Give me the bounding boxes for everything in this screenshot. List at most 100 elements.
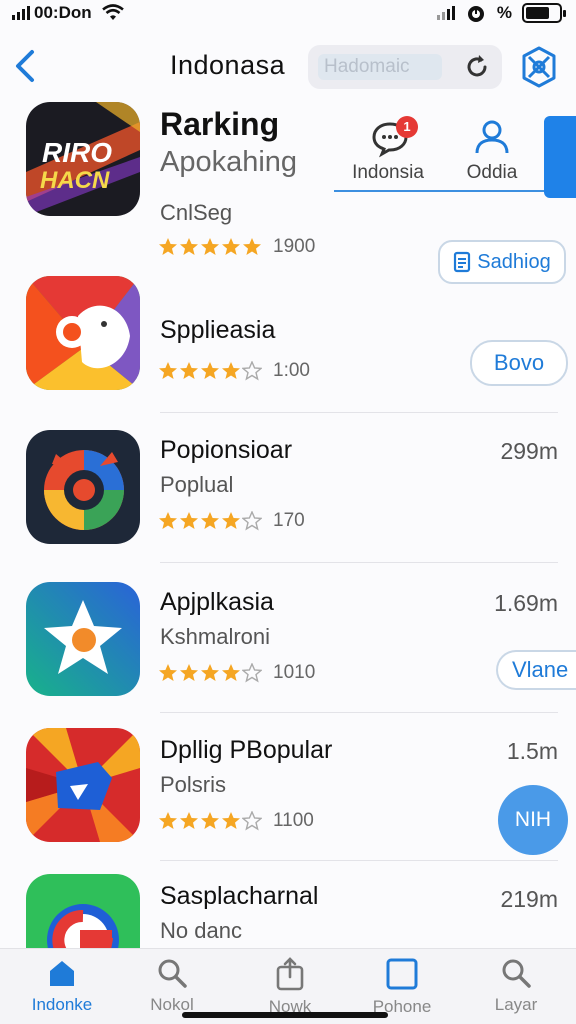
action-button[interactable]: Bovo [470, 340, 568, 386]
star-empty-icon [242, 663, 262, 683]
action-button[interactable]: Vlane [496, 650, 576, 690]
tab-bar-item-home[interactable]: Indonke [14, 957, 110, 1021]
tab-indonsia[interactable]: 1 Indonsia [338, 108, 438, 192]
battery-percent: % [496, 3, 512, 22]
star-filled-icon [222, 238, 240, 255]
status-time: 00:Don [34, 3, 92, 22]
star-empty-icon [242, 511, 262, 531]
app-icon [26, 276, 140, 390]
star-filled-icon [159, 238, 177, 255]
app-name: Dpllig PBopular [160, 736, 333, 764]
tab-bar-item-layar[interactable]: Layar [468, 957, 564, 1021]
divider [160, 712, 558, 713]
status-left: 00:Don [12, 3, 124, 23]
star-rating: 170 [158, 510, 305, 532]
star-filled-icon [222, 664, 240, 681]
back-button[interactable] [10, 48, 40, 84]
app-subtitle: Polsris [160, 772, 227, 797]
app-icon [26, 582, 140, 696]
app-icon [26, 874, 140, 948]
app-icon-text: RIRO [42, 137, 112, 168]
star-filled-icon [201, 238, 219, 255]
document-icon [454, 251, 471, 273]
app-size: 219m [500, 886, 558, 912]
notification-badge: 1 [396, 116, 418, 138]
star-filled-icon [201, 362, 219, 379]
top-tabs: 1 Indonsia Oddia [334, 108, 576, 198]
home-indicator [182, 1012, 388, 1018]
app-icon: RIRO HACN [26, 102, 140, 216]
app-icon [26, 430, 140, 544]
person-icon [475, 120, 509, 154]
status-bar: 00:Don % [0, 0, 576, 28]
star-filled-icon [222, 812, 240, 829]
star-filled-icon [180, 238, 198, 255]
rating-count: 1010 [273, 662, 316, 683]
globe-button[interactable] [516, 44, 562, 90]
cellular-icon [436, 6, 455, 20]
app-name: Rarking [160, 106, 280, 142]
star-rating: 1010 [158, 662, 315, 684]
divider [160, 412, 558, 413]
signal-icon [12, 6, 30, 20]
star-filled-icon [243, 238, 261, 255]
globe-icon [522, 46, 556, 88]
rating-count: 1900 [273, 236, 316, 257]
app-subtitle: No danc [160, 918, 242, 943]
action-label: Sadhiog [477, 250, 551, 273]
search-input[interactable]: Hadomaic [308, 45, 502, 89]
app-size: 299m [500, 438, 558, 464]
star-filled-icon [201, 664, 219, 681]
status-right: % [436, 2, 566, 24]
app-category: CnlSeg [160, 200, 233, 225]
action-label: Vlane [512, 657, 569, 682]
star-filled-icon [159, 812, 177, 829]
star-filled-icon [201, 512, 219, 529]
app-size: 1.69m [494, 590, 558, 616]
tab-indicator [334, 190, 546, 192]
search-placeholder: Hadomaic [318, 54, 442, 80]
alarm-icon [467, 6, 484, 22]
star-rating: 1900 [158, 236, 315, 258]
search-icon [158, 959, 187, 988]
app-subtitle: Poplual [160, 472, 234, 497]
app-name: Sasplacharnal [160, 882, 319, 910]
page-title: Indonasa [170, 50, 286, 80]
app-icon [26, 728, 140, 842]
star-filled-icon [159, 664, 177, 681]
svg-text:HACN: HACN [40, 167, 110, 194]
star-filled-icon [201, 812, 219, 829]
app-subtitle: Kshmalroni [160, 624, 271, 649]
wifi-icon [101, 4, 124, 20]
battery-icon [522, 3, 566, 23]
action-button[interactable]: Sadhiog [438, 240, 566, 284]
share-icon [276, 957, 304, 991]
star-filled-icon [159, 512, 177, 529]
star-filled-icon [180, 664, 198, 681]
star-filled-icon [180, 512, 198, 529]
star-filled-icon [180, 812, 198, 829]
app-name: Spplieasia [160, 316, 276, 344]
divider [160, 562, 558, 563]
star-filled-icon [222, 512, 240, 529]
app-size: 1.5m [506, 738, 558, 764]
reload-button[interactable] [462, 52, 492, 82]
app-name: Popionsioar [160, 436, 293, 464]
tab-bar-label: Indonke [31, 995, 93, 1014]
rating-count: 170 [273, 510, 305, 531]
search-icon [502, 959, 531, 988]
tab-selected-edge[interactable] [544, 116, 576, 198]
tab-label: Oddia [466, 162, 518, 183]
rating-count: 1:00 [273, 360, 310, 381]
app-subtitle: Apokahing [160, 146, 298, 178]
tab-oddia[interactable]: Oddia [442, 108, 542, 192]
star-rating: 1100 [158, 810, 314, 832]
star-empty-icon [242, 811, 262, 831]
floating-action-button[interactable]: NIH [498, 785, 568, 855]
star-rating: 1:00 [158, 360, 310, 382]
reload-icon [467, 55, 487, 77]
tab-bar-label: Layar [494, 995, 538, 1014]
app-name: Apjplkasia [160, 588, 274, 616]
star-filled-icon [222, 362, 240, 379]
star-filled-icon [180, 362, 198, 379]
